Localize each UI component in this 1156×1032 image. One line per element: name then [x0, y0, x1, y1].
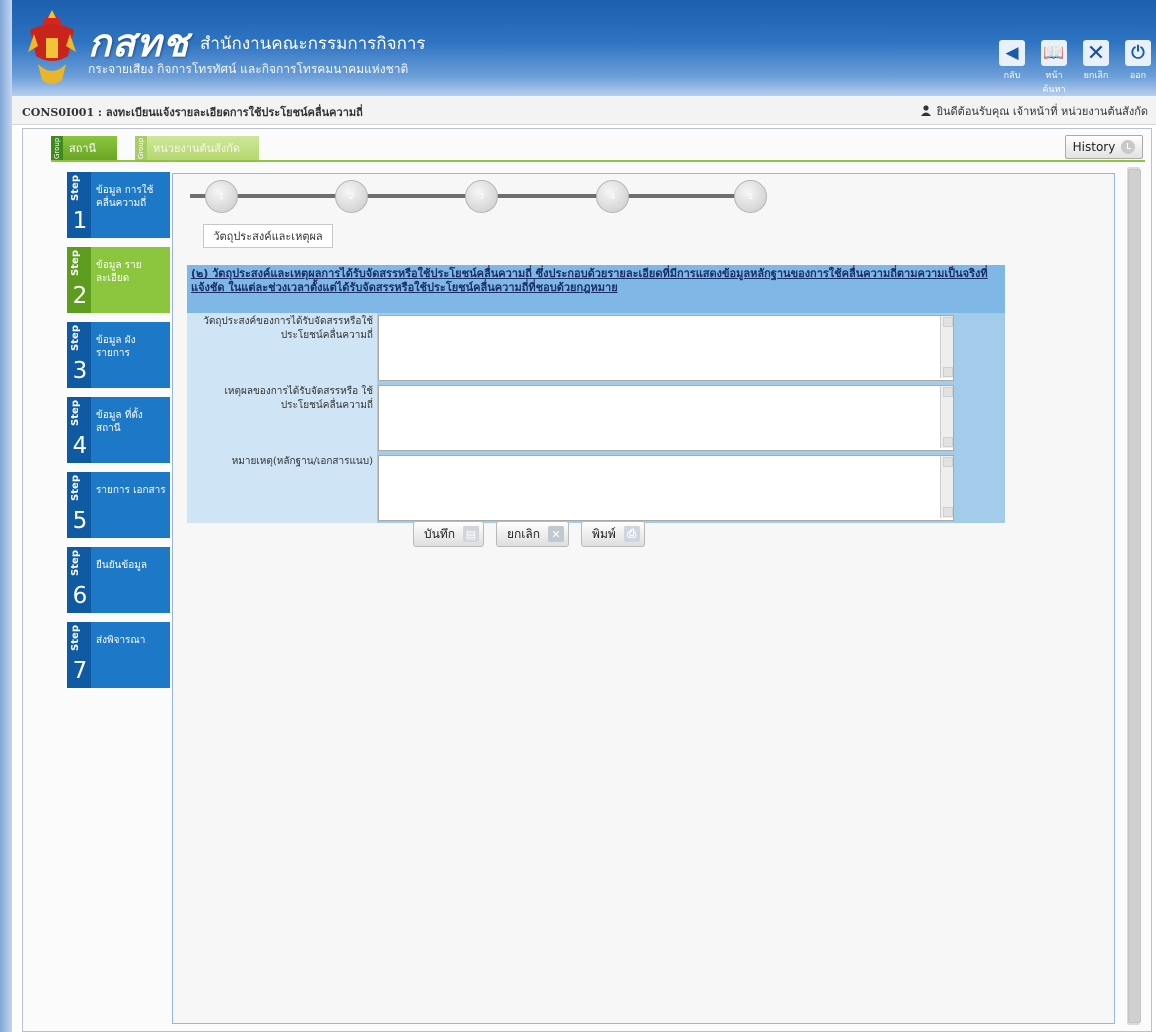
- section-heading: (๒) วัตถุประสงค์และเหตุผลการได้รับจัดสรร…: [187, 265, 1005, 313]
- form-title-bar: CONS0I001 : ลงทะเบียนแจ้งรายละเอียดการใช…: [12, 96, 1156, 125]
- search-page-button[interactable]: 📖 หน้าค้นหา: [1036, 40, 1072, 95]
- step-word: Step: [70, 475, 81, 501]
- step-number: 3: [72, 358, 88, 384]
- form-id-title: CONS0I001 : ลงทะเบียนแจ้งรายละเอียดการใช…: [22, 106, 363, 119]
- cancel-header-button[interactable]: ✕ ยกเลิก: [1078, 40, 1114, 90]
- step-word: Step: [70, 550, 81, 576]
- close-icon: ✕: [548, 526, 565, 542]
- scrollbar-thumb[interactable]: [1128, 169, 1141, 1023]
- group-tab-agency[interactable]: Group หน่วยงานต้นสังกัด: [135, 136, 259, 160]
- search-page-label: หน้าค้นหา: [1042, 71, 1066, 95]
- step-7[interactable]: Step 7 ส่งพิจารณา: [67, 622, 170, 688]
- group-tag: Group: [51, 136, 63, 160]
- step-number: 4: [72, 433, 88, 459]
- welcome-message: ยินดีต้อนรับคุณ เจ้าหน้าที่ หน่วยงานต้นส…: [920, 102, 1148, 120]
- textarea-scrollbar[interactable]: [940, 316, 953, 378]
- step-3[interactable]: Step 3 ข้อมูล ผังรายการ: [67, 322, 170, 388]
- remark-textarea[interactable]: [378, 455, 954, 521]
- step-number: 6: [72, 583, 88, 609]
- agency-full-name: กระจายเสียง กิจการโทรทัศน์ และกิจการโทรค…: [88, 62, 409, 76]
- step-2[interactable]: Step 2 ข้อมูล รายละเอียด: [67, 247, 170, 313]
- step-word: Step: [70, 400, 81, 426]
- print-label: พิมพ์: [592, 526, 616, 541]
- step-label: ข้อมูล ผังรายการ: [96, 335, 136, 359]
- close-icon: ✕: [1083, 40, 1109, 66]
- power-icon: ⏻: [1125, 40, 1151, 66]
- cancel-label: ยกเลิก: [507, 526, 541, 541]
- textarea-scrollbar[interactable]: [940, 386, 953, 448]
- field-cell: [377, 383, 1005, 453]
- step-number: 7: [72, 658, 88, 684]
- reason-textarea[interactable]: [378, 385, 954, 451]
- sub-step-node-3[interactable]: 3: [465, 180, 498, 213]
- clock-icon: [1121, 140, 1136, 154]
- group-tab-label: สถานี: [69, 142, 97, 155]
- step-label: ยืนยันข้อมูล: [96, 560, 147, 571]
- header-toolbar: ◀ กลับ 📖 หน้าค้นหา ✕ ยกเลิก ⏻ ออก: [994, 40, 1156, 95]
- step-number: 2: [72, 283, 88, 309]
- print-button[interactable]: พิมพ์ ⎙: [581, 521, 645, 547]
- cancel-header-label: ยกเลิก: [1083, 71, 1109, 81]
- user-icon: [920, 105, 931, 116]
- sub-step-node-4[interactable]: 4: [596, 180, 629, 213]
- textarea-scrollbar[interactable]: [940, 456, 953, 518]
- current-sub-step-label: วัตถุประสงค์และเหตุผล: [203, 224, 333, 248]
- step-label: รายการ เอกสาร: [96, 485, 166, 496]
- field-label-reason: เหตุผลของการได้รับจัดสรรหรือ ใช้ประโยชน์…: [187, 383, 377, 453]
- step-word: Step: [70, 250, 81, 276]
- book-search-icon: 📖: [1041, 40, 1067, 66]
- step-label: ข้อมูล ที่ตั้งสถานี: [96, 410, 143, 434]
- garuda-emblem-icon: [28, 10, 76, 84]
- group-tabs: Group สถานี Group หน่วยงานต้นสังกัด: [51, 136, 259, 160]
- cancel-button[interactable]: ยกเลิก ✕: [496, 521, 570, 547]
- page-scrollbar[interactable]: [1127, 167, 1141, 1025]
- field-label-purpose: วัตถุประสงค์ของการได้รับจัดสรรหรือใช้ประ…: [187, 313, 377, 383]
- back-arrow-icon: ◀: [999, 40, 1025, 66]
- logout-button[interactable]: ⏻ ออก: [1120, 40, 1156, 90]
- step-label: ข้อมูล การใช้ คลื่นความถี่: [96, 185, 154, 209]
- step-1[interactable]: Step 1 ข้อมูล การใช้ คลื่นความถี่: [67, 172, 170, 238]
- history-button[interactable]: History: [1065, 135, 1143, 159]
- purpose-form: (๒) วัตถุประสงค์และเหตุผลการได้รับจัดสรร…: [187, 265, 1005, 523]
- printer-icon: ⎙: [623, 526, 640, 542]
- save-icon: ▤: [463, 526, 479, 542]
- step-4[interactable]: Step 4 ข้อมูล ที่ตั้งสถานี: [67, 397, 170, 463]
- app-header: กสทช สำนักงานคณะกรรมการกิจการ กระจายเสีย…: [12, 0, 1156, 96]
- sub-step-node-5[interactable]: 5: [734, 180, 767, 213]
- group-tab-station[interactable]: Group สถานี: [51, 136, 117, 160]
- save-label: บันทึก: [424, 526, 455, 541]
- step-number: 1: [72, 208, 88, 234]
- form-row-reason: เหตุผลของการได้รับจัดสรรหรือ ใช้ประโยชน์…: [187, 383, 1005, 453]
- form-actions: บันทึก ▤ ยกเลิก ✕ พิมพ์ ⎙: [413, 521, 645, 547]
- history-label: History: [1072, 140, 1116, 154]
- step-number: 5: [72, 508, 88, 534]
- field-cell: [377, 453, 1005, 523]
- welcome-text: ยินดีต้อนรับคุณ เจ้าหน้าที่ หน่วยงานต้นส…: [936, 105, 1148, 118]
- logout-label: ออก: [1129, 71, 1147, 81]
- left-edge-strip: [0, 0, 12, 1032]
- step-5[interactable]: Step 5 รายการ เอกสาร: [67, 472, 170, 538]
- step-6[interactable]: Step 6 ยืนยันข้อมูล: [67, 547, 170, 613]
- step-word: Step: [70, 325, 81, 351]
- back-label: กลับ: [1003, 71, 1021, 81]
- step-label: ข้อมูล รายละเอียด: [96, 260, 142, 284]
- form-row-purpose: วัตถุประสงค์ของการได้รับจัดสรรหรือใช้ประ…: [187, 313, 1005, 383]
- field-label-remark: หมายเหตุ(หลักฐาน/เอกสารแนบ): [187, 453, 377, 523]
- group-tag: Group: [135, 136, 147, 160]
- group-tab-underline: [51, 160, 1145, 162]
- step-navigation: Step 1 ข้อมูล การใช้ คลื่นความถี่ Step 2…: [67, 172, 171, 697]
- back-button[interactable]: ◀ กลับ: [994, 40, 1030, 90]
- save-button[interactable]: บันทึก ▤: [413, 521, 484, 547]
- field-cell: [377, 313, 1005, 383]
- step-word: Step: [70, 625, 81, 651]
- purpose-textarea[interactable]: [378, 315, 954, 381]
- agency-name: สำนักงานคณะกรรมการกิจการ: [200, 34, 426, 54]
- step-label: ส่งพิจารณา: [96, 635, 146, 646]
- sub-step-node-2[interactable]: 2: [335, 180, 368, 213]
- form-row-remark: หมายเหตุ(หลักฐาน/เอกสารแนบ): [187, 453, 1005, 523]
- step-word: Step: [70, 175, 81, 201]
- group-tab-label: หน่วยงานต้นสังกัด: [153, 142, 241, 155]
- sub-step-node-1[interactable]: 1: [205, 180, 238, 213]
